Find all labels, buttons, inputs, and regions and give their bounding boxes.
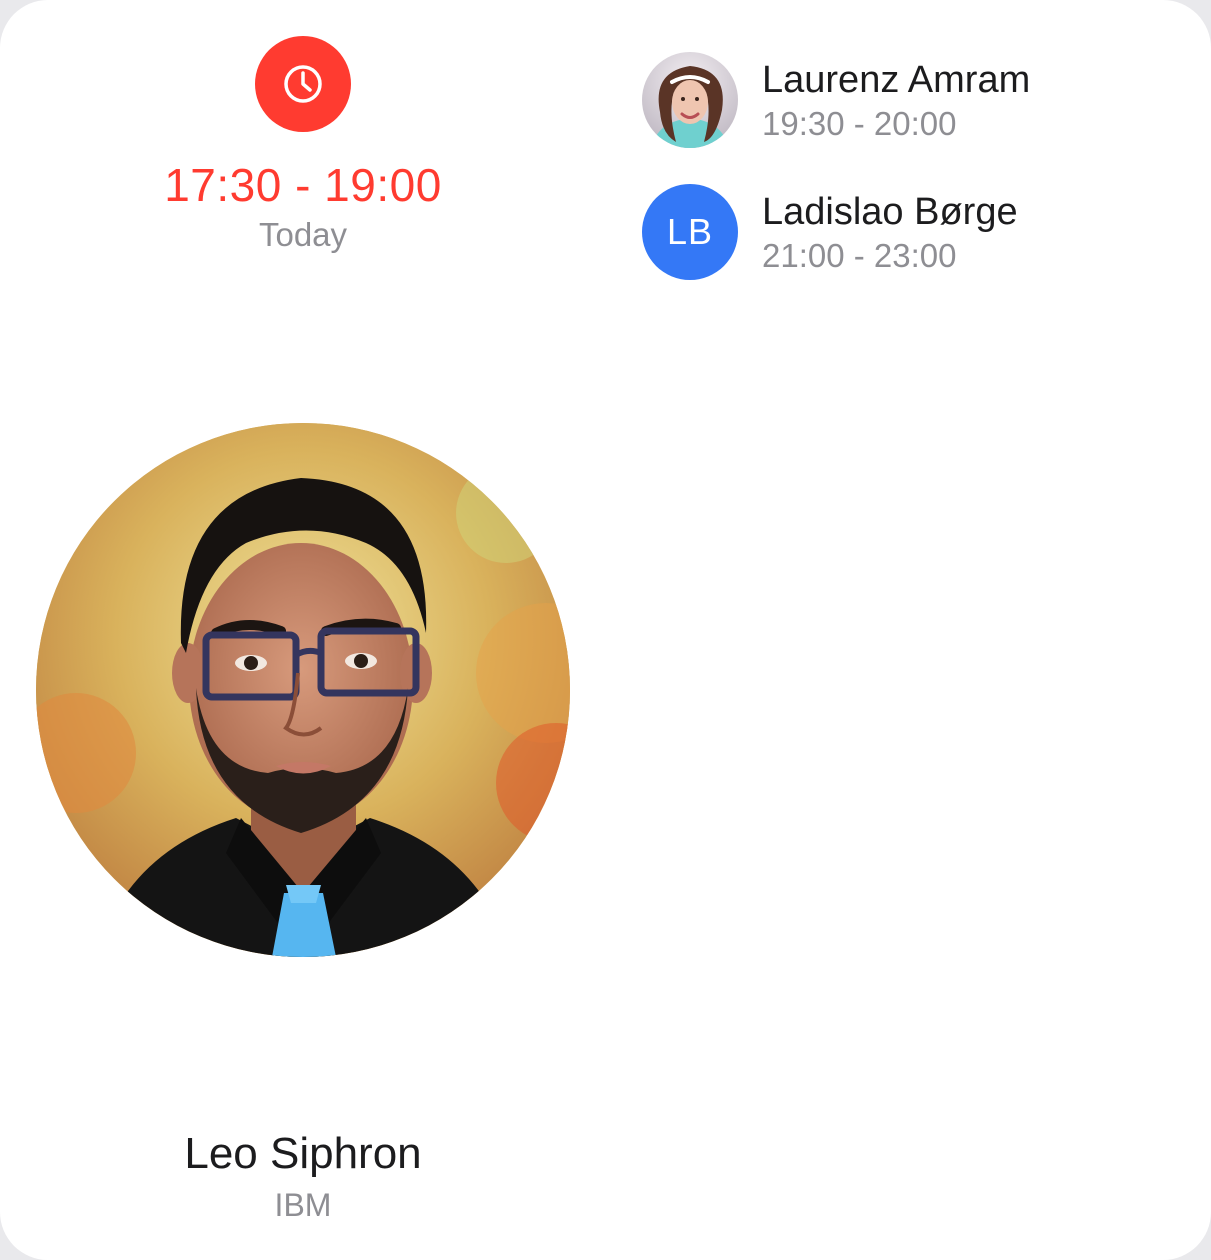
current-event-panel: 17:30 - 19:00 Today Leo Siphron IBM	[0, 0, 606, 1260]
current-event-time: 17:30 - 19:00	[164, 159, 442, 211]
current-event-day: Today	[258, 216, 348, 253]
host-avatar[interactable]	[36, 423, 570, 957]
upcoming-events-list: Laurenz Amram 19:30 - 20:00 LB Ladislao …	[642, 52, 1182, 316]
schedule-widget[interactable]: 17:30 - 19:00 Today Leo Siphron IBM Laur…	[0, 0, 1211, 1260]
attendee-name: Laurenz Amram	[762, 59, 1031, 101]
clock-icon	[255, 36, 351, 132]
avatar: LB	[642, 184, 738, 280]
avatar	[642, 52, 738, 148]
upcoming-event-item[interactable]: LB Ladislao Børge 21:00 - 23:00	[642, 184, 1182, 280]
event-time: 19:30 - 20:00	[762, 105, 957, 142]
host-name: Leo Siphron	[184, 1129, 422, 1178]
event-time: 21:00 - 23:00	[762, 237, 957, 274]
upcoming-event-item[interactable]: Laurenz Amram 19:30 - 20:00	[642, 52, 1182, 148]
attendee-name: Ladislao Børge	[762, 191, 1018, 233]
host-company: IBM	[274, 1187, 332, 1223]
